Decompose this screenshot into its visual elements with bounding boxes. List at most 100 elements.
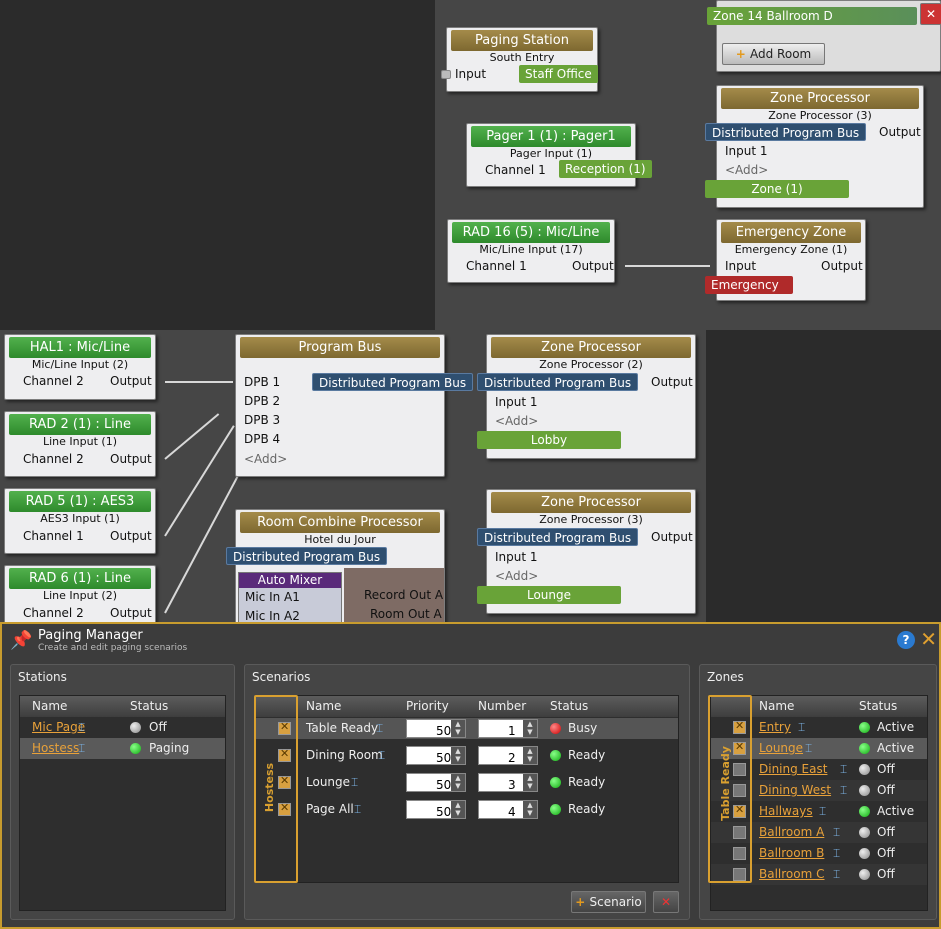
add-input[interactable]: <Add> xyxy=(244,452,287,466)
number-stepper[interactable]: 4 ▲ ▼ xyxy=(478,800,538,819)
zone-name[interactable]: Dining West xyxy=(759,783,831,797)
station-row[interactable]: Mic Page ⌶ Off xyxy=(20,717,225,738)
emergency-tag[interactable]: Emergency xyxy=(705,276,793,294)
bus-tag[interactable]: Distributed Program Bus xyxy=(312,373,474,391)
block-title: Pager 1 (1) : Pager1 xyxy=(471,126,631,147)
zone-status: Off xyxy=(877,762,895,776)
stepper-arrows-icon[interactable]: ▲ ▼ xyxy=(451,801,465,818)
zone-name[interactable]: Dining East xyxy=(759,762,827,776)
bus-tag[interactable]: Distributed Program Bus xyxy=(226,547,388,565)
output-label: Output xyxy=(651,530,693,544)
program-bus-block[interactable]: Program Bus DPB 1 DPB 2 DPB 3 DPB 4 <Add… xyxy=(235,334,474,477)
auto-mixer[interactable]: Auto Mixer Mic In A1 Mic In A2 xyxy=(238,572,342,624)
block-subtitle: AES3 Input (1) xyxy=(40,512,120,525)
add-scenario-button[interactable]: + Scenario xyxy=(571,891,646,913)
input-pin[interactable] xyxy=(441,70,451,79)
wire xyxy=(625,265,710,267)
block-title: RAD 6 (1) : Line xyxy=(9,568,151,589)
stepper-arrows-icon[interactable]: ▲ ▼ xyxy=(451,747,465,764)
stepper-arrows-icon[interactable]: ▲ ▼ xyxy=(523,747,537,764)
stepper-arrows-icon[interactable]: ▲ ▼ xyxy=(451,774,465,791)
speaker-icon: ⌶ xyxy=(798,720,806,734)
rad2-block[interactable]: RAD 2 (1) : Line Line Input (1) Channel … xyxy=(4,411,156,477)
zone-name[interactable]: Ballroom A xyxy=(759,825,824,839)
number-stepper[interactable]: 2 ▲ ▼ xyxy=(478,746,538,765)
rad6-block[interactable]: RAD 6 (1) : Line Line Input (2) Channel … xyxy=(4,565,156,625)
status-dot xyxy=(550,802,561,816)
zone-processor-block[interactable]: Zone Processor Zone Processor (2) Distri… xyxy=(477,334,696,459)
bus-tag[interactable]: Distributed Program Bus xyxy=(705,123,867,141)
stepper-arrows-icon[interactable]: ▲ ▼ xyxy=(523,720,537,737)
record-out: Record Out A xyxy=(364,588,444,602)
bus-tag[interactable]: Distributed Program Bus xyxy=(477,528,639,546)
zone-tag[interactable]: Zone 14 Ballroom D xyxy=(707,7,917,25)
block-title: RAD 5 (1) : AES3 xyxy=(9,491,151,512)
priority-stepper[interactable]: 50 ▲ ▼ xyxy=(406,773,466,792)
zone-tag[interactable]: Zone (1) xyxy=(705,180,849,198)
block-title: HAL1 : Mic/Line xyxy=(9,337,151,358)
add-room-button[interactable]: + Add Room xyxy=(722,43,825,65)
add-input[interactable]: <Add> xyxy=(495,414,538,428)
pager-tag[interactable]: Reception (1) xyxy=(559,160,652,178)
add-input[interactable]: <Add> xyxy=(725,163,768,177)
status-dot xyxy=(859,825,870,839)
zone-status: Active xyxy=(877,720,915,734)
emergency-zone-block[interactable]: Emergency Zone Emergency Zone (1) Input … xyxy=(705,219,866,301)
mic-input: Mic In A2 xyxy=(245,609,300,623)
window-title: Paging Manager xyxy=(38,628,143,643)
status-dot xyxy=(550,775,561,789)
rad5-block[interactable]: RAD 5 (1) : AES3 AES3 Input (1) Channel … xyxy=(4,488,156,554)
zone-processor-block[interactable]: Zone Processor Zone Processor (3) Distri… xyxy=(705,85,924,208)
zone-status: Off xyxy=(877,825,895,839)
zone-name[interactable]: Ballroom B xyxy=(759,846,824,860)
dpb-input: DPB 4 xyxy=(244,432,281,446)
close-icon[interactable]: ✕ xyxy=(920,3,941,25)
priority-stepper[interactable]: 50 ▲ ▼ xyxy=(406,719,466,738)
room-combine-processor-block[interactable]: Room Combine Processor Hotel du Jour Dis… xyxy=(226,509,445,625)
zone-name[interactable]: Ballroom C xyxy=(759,867,825,881)
number-stepper[interactable]: 1 ▲ ▼ xyxy=(478,719,538,738)
channel-label: Channel 2 xyxy=(23,374,84,388)
priority-stepper[interactable]: 50 ▲ ▼ xyxy=(406,746,466,765)
rad16-block[interactable]: RAD 16 (5) : Mic/Line Mic/Line Input (17… xyxy=(447,219,615,283)
status-dot xyxy=(859,804,870,818)
help-icon[interactable]: ? xyxy=(897,631,915,649)
paging-station-block[interactable]: Paging Station South Entry Input Staff O… xyxy=(441,27,598,92)
hal1-block[interactable]: HAL1 : Mic/Line Mic/Line Input (2) Chann… xyxy=(4,334,156,400)
zone-name[interactable]: Lounge xyxy=(759,741,803,755)
block-subtitle: Hotel du Jour xyxy=(304,533,376,546)
zone14-block[interactable]: Zone 14 Ballroom D ✕ + Add Room xyxy=(707,0,941,72)
speaker-icon: ⌶ xyxy=(805,741,813,755)
stations-title: Stations xyxy=(18,670,67,684)
station-tag[interactable]: Staff Office xyxy=(519,65,598,83)
scenarios-header: Name Priority Number Status xyxy=(256,696,678,717)
status-dot xyxy=(859,762,870,776)
scenario-row[interactable]: Page All ⌶ 50▲▼ 4▲▼ Ready xyxy=(256,799,678,820)
bus-tag[interactable]: Distributed Program Bus xyxy=(477,373,639,391)
station-name[interactable]: Hostess xyxy=(32,741,79,755)
pager1-block[interactable]: Pager 1 (1) : Pager1 Pager Input (1) Cha… xyxy=(466,123,652,187)
priority-stepper[interactable]: 50 ▲ ▼ xyxy=(406,800,466,819)
zone-tag[interactable]: Lobby xyxy=(477,431,621,449)
scenario-row[interactable]: Table Ready ⌶ 50▲▼ 1▲▼ Busy xyxy=(256,718,678,739)
add-input[interactable]: <Add> xyxy=(495,569,538,583)
zone-processor-block[interactable]: Zone Processor Zone Processor (3) Distri… xyxy=(477,489,696,614)
stepper-arrows-icon[interactable]: ▲ ▼ xyxy=(451,720,465,737)
zone-status: Active xyxy=(877,804,915,818)
zone-name[interactable]: Hallways xyxy=(759,804,813,818)
station-row[interactable]: Hostess ⌶ Paging xyxy=(20,738,225,759)
zone-name[interactable]: Entry xyxy=(759,720,791,734)
scenario-row[interactable]: Dining Room ⌶ 50▲▼ 2▲▼ Ready xyxy=(256,745,678,766)
delete-scenario-button[interactable]: ✕ xyxy=(653,891,679,913)
col-name: Name xyxy=(306,699,342,713)
stepper-arrows-icon[interactable]: ▲ ▼ xyxy=(523,774,537,791)
close-icon[interactable]: ✕ xyxy=(920,627,937,651)
rcp-outputs: Record Out A Room Out A xyxy=(344,568,444,624)
block-subtitle: Zone Processor (3) xyxy=(539,513,643,526)
scenario-row[interactable]: Lounge ⌶ 50▲▼ 3▲▼ Ready xyxy=(256,772,678,793)
scenario-name: Dining Room xyxy=(306,748,383,762)
input1-label: Input 1 xyxy=(725,144,768,158)
zone-tag[interactable]: Lounge xyxy=(477,586,621,604)
stepper-arrows-icon[interactable]: ▲ ▼ xyxy=(523,801,537,818)
number-stepper[interactable]: 3 ▲ ▼ xyxy=(478,773,538,792)
